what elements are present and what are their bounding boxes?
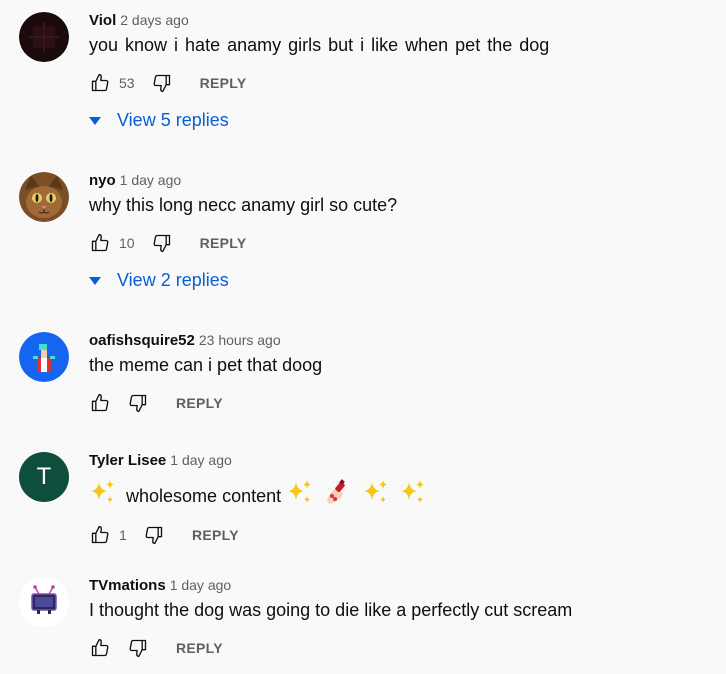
avatar[interactable] (19, 577, 69, 627)
caret-down-icon (89, 275, 101, 287)
reply-button[interactable]: REPLY (192, 527, 239, 543)
author-name[interactable]: Viol (89, 12, 116, 29)
comment-timestamp[interactable]: 1 day ago (170, 452, 232, 468)
sparkles-emoji (399, 478, 427, 512)
comment-text: why this long necc anamy girl so cute? (89, 195, 398, 215)
sparkles-emoji (89, 478, 117, 512)
comment-text-row: wholesome content (89, 478, 427, 512)
caret-down-icon (89, 115, 101, 127)
comment-timestamp[interactable]: 1 day ago (170, 577, 232, 593)
comment-text: the meme can i pet that doog (89, 355, 323, 375)
view-replies-button[interactable]: View 5 replies (89, 110, 229, 131)
reply-button[interactable]: REPLY (200, 235, 247, 251)
comment-actions: REPLY (89, 636, 223, 660)
thumb-up-icon (91, 394, 109, 412)
dislike-button[interactable] (151, 72, 173, 94)
view-replies-label: View 2 replies (117, 270, 229, 290)
dislike-button[interactable] (151, 232, 173, 254)
sparkles-emoji (286, 478, 314, 512)
like-button[interactable] (89, 524, 111, 546)
view-replies-button[interactable]: View 2 replies (89, 270, 229, 291)
like-count: 1 (119, 527, 127, 543)
sparkles-emoji (362, 478, 390, 512)
reply-button[interactable]: REPLY (176, 640, 223, 656)
like-button[interactable] (89, 637, 111, 659)
avatar[interactable]: T (19, 452, 69, 502)
thumb-down-icon (153, 234, 170, 252)
comment-text: I thought the dog was going to die like … (89, 600, 573, 620)
comment-actions: 10 REPLY (89, 231, 246, 255)
comment-timestamp[interactable]: 1 day ago (120, 172, 182, 188)
comment-actions: 1 REPLY (89, 523, 239, 547)
like-button[interactable] (89, 232, 111, 254)
like-button[interactable] (89, 392, 111, 414)
author-name[interactable]: oafishsquire52 (89, 332, 195, 349)
avatar[interactable] (19, 332, 69, 382)
comment-header: Tyler Lisee 1 day ago (89, 450, 232, 471)
thumb-down-icon (145, 526, 163, 544)
thumb-up-icon (91, 639, 109, 657)
author-name[interactable]: TVmations (89, 577, 166, 594)
comment-actions: REPLY (89, 391, 223, 415)
comment-text: you know i hate anamy girls but i like w… (89, 35, 550, 55)
author-name[interactable]: nyo (89, 172, 116, 189)
like-count: 10 (119, 235, 135, 251)
dislike-button[interactable] (127, 392, 149, 414)
nail-polish-emoji (323, 478, 351, 512)
thumb-down-icon (129, 394, 147, 412)
avatar[interactable] (19, 172, 69, 222)
comment-actions: 53 REPLY (89, 71, 246, 95)
avatar-letter: T (36, 463, 52, 490)
comment-header: nyo 1 day ago (89, 170, 181, 191)
comment-text: wholesome content (126, 486, 282, 506)
thumb-down-icon (129, 639, 147, 657)
comment-timestamp[interactable]: 23 hours ago (199, 332, 281, 348)
dislike-button[interactable] (143, 524, 165, 546)
dislike-button[interactable] (127, 637, 149, 659)
comment-header: TVmations 1 day ago (89, 575, 231, 596)
thumb-up-icon (91, 74, 109, 92)
author-name[interactable]: Tyler Lisee (89, 452, 166, 469)
comment-timestamp[interactable]: 2 days ago (120, 12, 189, 28)
thumb-up-icon (91, 526, 109, 544)
thumb-up-icon (91, 234, 109, 252)
reply-button[interactable]: REPLY (176, 395, 223, 411)
comment-header: oafishsquire52 23 hours ago (89, 330, 281, 351)
view-replies-label: View 5 replies (117, 110, 229, 130)
comment-header: Viol 2 days ago (89, 10, 189, 31)
avatar[interactable] (19, 12, 69, 62)
like-button[interactable] (89, 72, 111, 94)
reply-button[interactable]: REPLY (200, 75, 247, 91)
like-count: 53 (119, 75, 135, 91)
thumb-down-icon (153, 74, 170, 93)
